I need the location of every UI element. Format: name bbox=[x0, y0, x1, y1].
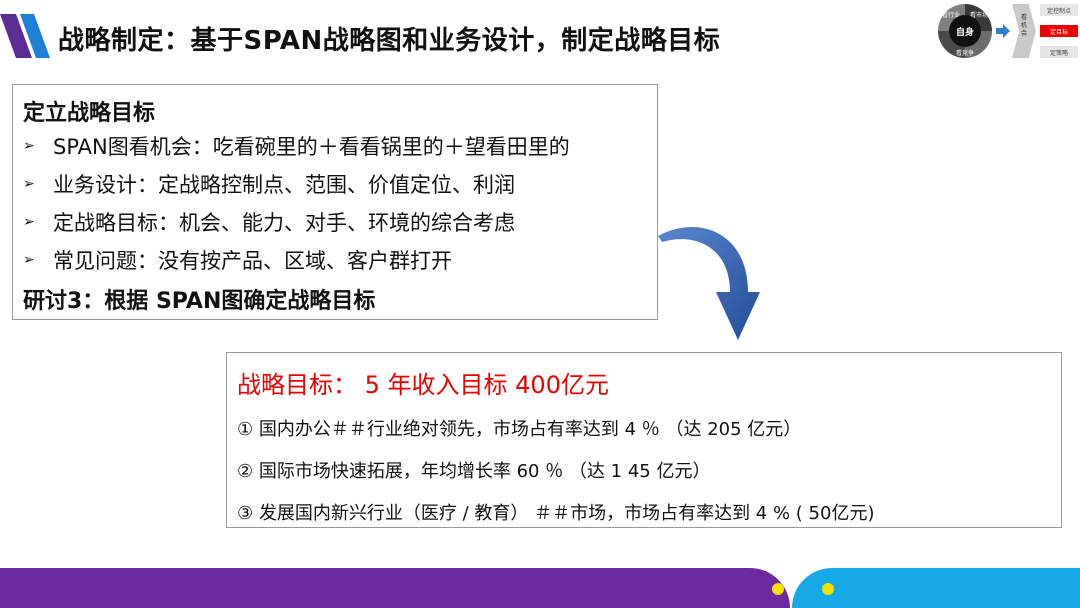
bullet-item: ➢ 定战略目标：机会、能力、对手、环境的综合考虑 bbox=[23, 207, 515, 237]
ring-label-competition: 看竞争 bbox=[956, 50, 975, 57]
slash-stripes-logo-icon bbox=[0, 14, 50, 58]
step-goals: 定目标 bbox=[1040, 25, 1078, 37]
step-control-points: 定控制点 bbox=[1040, 4, 1078, 16]
bullet-item: ➢ 业务设计：定战略控制点、范围、价值定位、利润 bbox=[23, 169, 515, 199]
bullet-text: 常见问题：没有按产品、区域、客户群打开 bbox=[53, 249, 452, 273]
footer-cyan-band bbox=[792, 568, 1080, 608]
bullet-text: 定战略目标：机会、能力、对手、环境的综合考虑 bbox=[53, 211, 515, 235]
bullet-item: ➢ 常见问题：没有按产品、区域、客户群打开 bbox=[23, 245, 452, 275]
bullet-text: SPAN图看机会：吃看碗里的＋看看锅里的＋望看田里的 bbox=[53, 135, 570, 159]
step-strategy: 定策略 bbox=[1040, 46, 1078, 58]
goal-title: 战略目标： 5 年收入目标 400亿元 bbox=[237, 371, 609, 399]
self-core: 自身 bbox=[949, 15, 981, 47]
strategy-process-diagram: 看行业 看市场 看竞争 自身 看机会 定控制点 定目标 定策略 bbox=[936, 0, 1080, 62]
yellow-dot-icon bbox=[772, 583, 784, 595]
bullet-item: ➢ SPAN图看机会：吃看碗里的＋看看锅里的＋望看田里的 bbox=[23, 131, 570, 161]
goal-setting-box: 定立战略目标 ➢ SPAN图看机会：吃看碗里的＋看看锅里的＋望看田里的 ➢ 业务… bbox=[12, 84, 658, 320]
footer-band bbox=[0, 568, 1080, 608]
footer-purple-band bbox=[0, 568, 790, 608]
arrowhead-bullet-icon: ➢ bbox=[23, 252, 35, 268]
box-heading: 定立战略目标 bbox=[23, 101, 156, 126]
opportunity-label: 看机会 bbox=[1020, 14, 1027, 37]
arrowhead-bullet-icon: ➢ bbox=[23, 176, 35, 192]
strategic-goals-box: 战略目标： 5 年收入目标 400亿元 ① 国内办公＃＃行业绝对领先，市场占有率… bbox=[226, 352, 1062, 528]
yellow-dot-icon bbox=[822, 583, 834, 595]
goal-item: ③ 发展国内新兴行业（医疗 / 教育） ＃＃市场，市场占有率达到 4 % ( 5… bbox=[237, 503, 875, 524]
arrowhead-bullet-icon: ➢ bbox=[23, 214, 35, 230]
bullet-text: 业务设计：定战略控制点、范围、价值定位、利润 bbox=[53, 173, 515, 197]
goal-item: ② 国际市场快速拓展，年均增长率 60 ％ （达 1 45 亿元） bbox=[237, 461, 711, 482]
curved-down-arrow-icon bbox=[658, 226, 760, 340]
arrowhead-bullet-icon: ➢ bbox=[23, 138, 35, 154]
discussion-prompt: 研讨3：根据 SPAN图确定战略目标 bbox=[23, 289, 376, 314]
slide-title: 战略制定：基于SPAN战略图和业务设计，制定战略目标 bbox=[58, 26, 721, 56]
right-arrow-icon bbox=[996, 24, 1010, 38]
goal-item: ① 国内办公＃＃行业绝对领先，市场占有率达到 4 ％ （达 205 亿元） bbox=[237, 419, 802, 440]
